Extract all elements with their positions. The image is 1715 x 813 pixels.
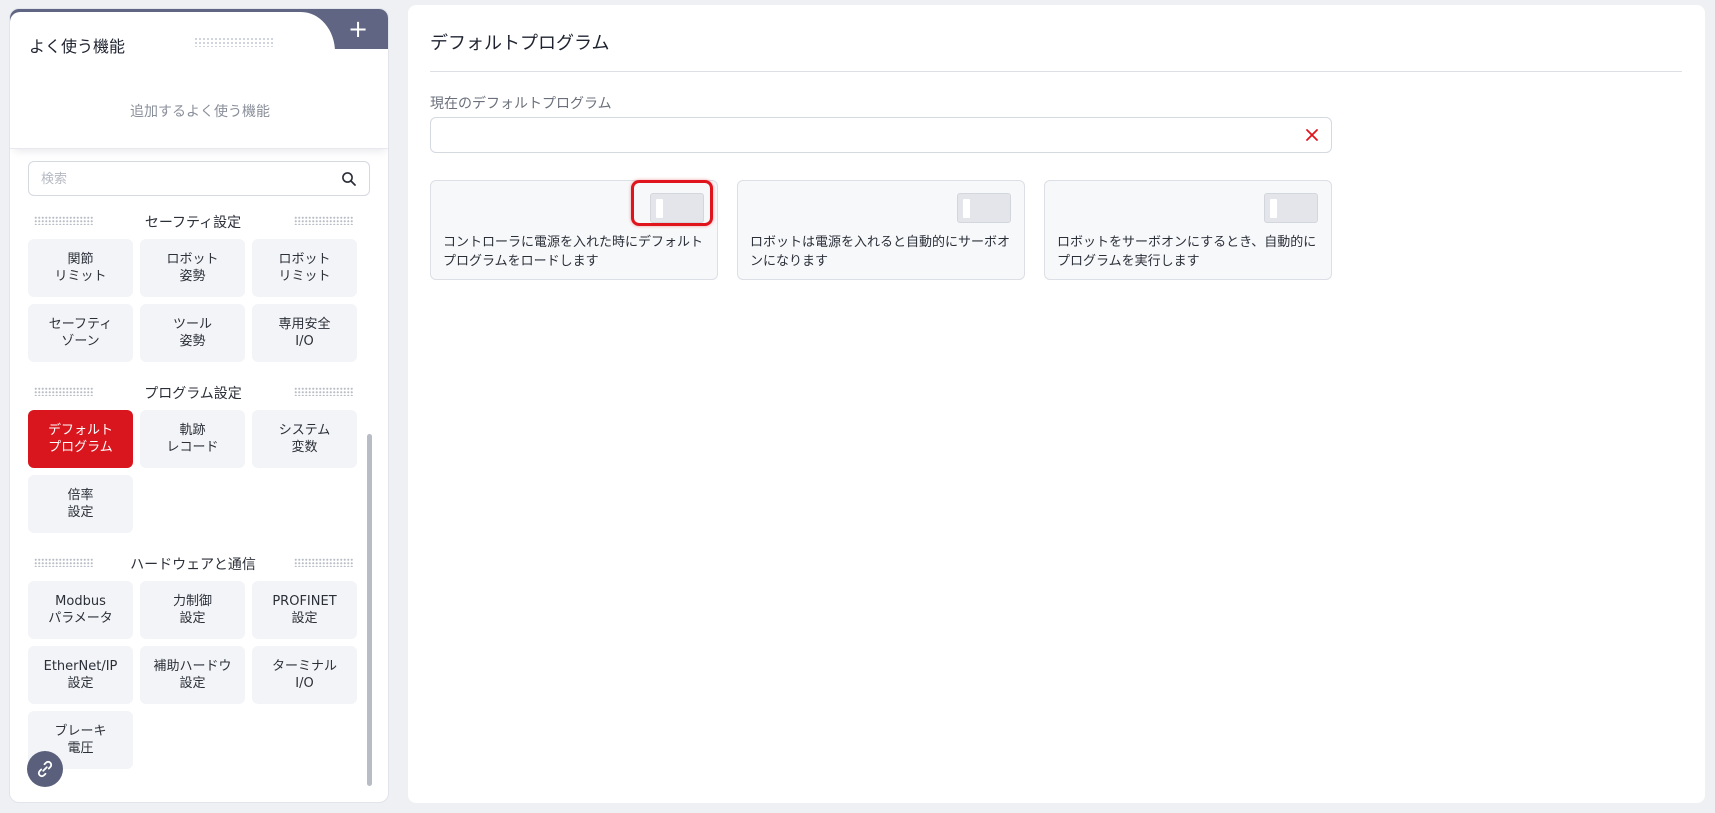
- toggle-knob: [656, 199, 663, 218]
- option-description: コントローラに電源を入れた時にデフォルトプログラムをロードします: [443, 235, 704, 269]
- current-program-field: [430, 117, 1332, 153]
- menu-tile-force-control[interactable]: 力制御 設定: [140, 581, 245, 639]
- current-program-label: 現在のデフォルトプログラム: [430, 96, 612, 112]
- section-title-hardware: ハードウェアと通信: [28, 547, 358, 579]
- program-grid: デフォルト プログラム 軌跡 レコード システム 変数 倍率 設定: [28, 410, 358, 533]
- sidebar-scrollbar-thumb[interactable]: [367, 434, 372, 786]
- section-title-safety: セーフティ設定: [28, 205, 358, 237]
- menu-tile-tool-pose[interactable]: ツール 姿勢: [140, 304, 245, 362]
- menu-tile-terminal-io[interactable]: ターミナル I/O: [252, 646, 357, 704]
- safety-grid: 関節 リミット ロボット 姿勢 ロボット リミット セーフティ ゾーン ツール …: [28, 239, 358, 362]
- menu-tile-speed-ratio[interactable]: 倍率 設定: [28, 475, 133, 533]
- toggle-knob: [963, 199, 970, 218]
- favorites-title: よく使う機能: [29, 37, 126, 56]
- hardware-grid: Modbus パラメータ 力制御 設定 PROFINET 設定 EtherNet…: [28, 581, 358, 769]
- menu-tile-profinet[interactable]: PROFINET 設定: [252, 581, 357, 639]
- current-program-input[interactable]: [441, 126, 1291, 146]
- favorites-header: よく使う機能 +: [10, 9, 388, 61]
- floating-link-button[interactable]: [27, 751, 63, 787]
- favorites-area: 追加するよく使う機能: [10, 57, 388, 149]
- decorative-dots: [294, 216, 354, 225]
- menu-tile-robot-limit[interactable]: ロボット リミット: [252, 239, 357, 297]
- section-title-program: プログラム設定: [28, 376, 358, 408]
- close-icon[interactable]: [1305, 128, 1319, 142]
- menu-tile-trajectory-record[interactable]: 軌跡 レコード: [140, 410, 245, 468]
- menu-tile-joint-limit[interactable]: 関節 リミット: [28, 239, 133, 297]
- option-card-auto-servo-on: ロボットは電源を入れると自動的にサーボオンになります: [737, 180, 1025, 280]
- option-description: ロボットは電源を入れると自動的にサーボオンになります: [750, 235, 1011, 269]
- divider: [430, 71, 1682, 72]
- search-box: [28, 161, 370, 196]
- menu-tile-default-program[interactable]: デフォルト プログラム: [28, 410, 133, 468]
- menu-tile-safety-zone[interactable]: セーフティ ゾーン: [28, 304, 133, 362]
- search-icon[interactable]: [341, 171, 357, 187]
- menu-tile-ethernet-ip[interactable]: EtherNet/IP 設定: [28, 646, 133, 704]
- toggle-auto-servo-on[interactable]: [957, 193, 1011, 223]
- menu-tile-system-variables[interactable]: システム 変数: [252, 410, 357, 468]
- main-panel: デフォルトプログラム 現在のデフォルトプログラム コントローラに電源を入れた時に…: [408, 5, 1705, 803]
- sidebar: よく使う機能 + 追加するよく使う機能 セーフティ設定 関節 リミット ロボット…: [9, 8, 389, 803]
- menu-tile-modbus[interactable]: Modbus パラメータ: [28, 581, 133, 639]
- add-favorite-button[interactable]: +: [336, 17, 380, 43]
- menu-tile-robot-pose[interactable]: ロボット 姿勢: [140, 239, 245, 297]
- link-icon: [37, 760, 53, 778]
- menu-tile-aux-hardware[interactable]: 補助ハードウ 設定: [140, 646, 245, 704]
- sidebar-scrollbar[interactable]: [367, 434, 373, 786]
- page-title: デフォルトプログラム: [430, 33, 610, 54]
- menu-tile-safety-io[interactable]: 専用安全 I/O: [252, 304, 357, 362]
- decorative-dots: [194, 37, 274, 47]
- toggle-auto-run-program[interactable]: [1264, 193, 1318, 223]
- option-card-auto-run-program: ロボットをサーボオンにするとき、自動的にプログラムを実行します: [1044, 180, 1332, 280]
- toggle-knob: [1270, 199, 1277, 218]
- favorites-empty-text: 追加するよく使う機能: [130, 104, 270, 120]
- toggle-load-on-power[interactable]: [650, 193, 704, 223]
- option-description: ロボットをサーボオンにするとき、自動的にプログラムを実行します: [1057, 235, 1317, 269]
- option-card-load-on-power: コントローラに電源を入れた時にデフォルトプログラムをロードします: [430, 180, 718, 280]
- decorative-dots: [294, 558, 354, 567]
- feature-menu: セーフティ設定 関節 リミット ロボット 姿勢 ロボット リミット セーフティ …: [28, 205, 373, 793]
- decorative-dots: [294, 387, 354, 396]
- search-input[interactable]: [41, 169, 331, 189]
